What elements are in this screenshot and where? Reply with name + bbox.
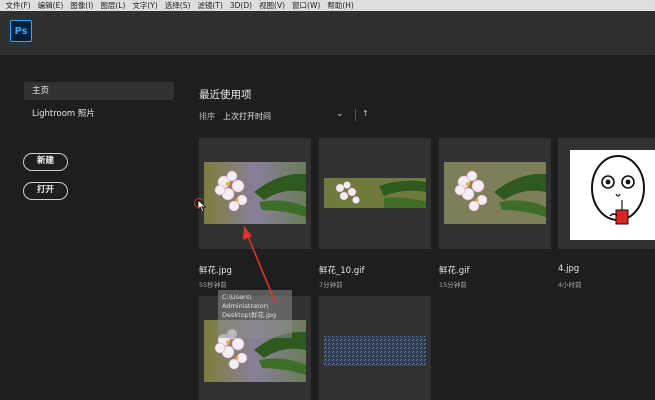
click-indicator xyxy=(194,198,204,208)
open-button[interactable]: 打开 xyxy=(23,182,68,200)
menu-file[interactable]: 文件(F) xyxy=(2,0,34,11)
tooltip-line: Desktop\鲜花.jpg xyxy=(222,311,277,319)
menu-view[interactable]: 视图(V) xyxy=(256,0,289,11)
file-time: 7分钟前 xyxy=(319,281,343,289)
sort-select[interactable]: 上次打开时间 xyxy=(223,111,271,122)
recent-title: 最近使用项 xyxy=(199,89,252,101)
menu-select[interactable]: 选择(S) xyxy=(161,0,194,11)
menu-filter[interactable]: 滤镜(T) xyxy=(194,0,226,11)
file-thumbnail xyxy=(324,336,426,366)
file-time: 15分钟前 xyxy=(439,281,467,289)
file-name[interactable]: 鲜花_10.gif xyxy=(319,264,365,276)
tooltip-line: Administrator\ xyxy=(222,302,269,310)
file-time: 4小时前 xyxy=(558,281,582,289)
file-name[interactable]: 鲜花.gif xyxy=(439,264,469,276)
app-header: Ps xyxy=(0,11,655,55)
menu-type[interactable]: 文字(Y) xyxy=(129,0,161,11)
recent-file-card[interactable] xyxy=(439,138,551,249)
menu-edit[interactable]: 编辑(E) xyxy=(34,0,67,11)
menu-bar: 文件(F) 编辑(E) 图像(I) 图层(L) 文字(Y) 选择(S) 滤镜(T… xyxy=(0,0,655,11)
chevron-down-icon[interactable]: ⌄ xyxy=(336,109,344,119)
file-name[interactable]: 鲜花.jpg xyxy=(199,264,232,276)
menu-help[interactable]: 帮助(H) xyxy=(324,0,358,11)
recent-file-card[interactable] xyxy=(319,296,431,400)
file-time: 55秒钟前 xyxy=(199,281,227,289)
recent-file-card[interactable] xyxy=(199,138,311,249)
sidebar-item-home[interactable]: 主页 xyxy=(24,82,174,100)
arrow-up-icon[interactable]: ↑ xyxy=(362,109,369,118)
file-thumbnail xyxy=(204,162,306,224)
menu-window[interactable]: 窗口(W) xyxy=(289,0,324,11)
recent-file-card[interactable] xyxy=(319,138,431,249)
tooltip-line: C:\Users\ xyxy=(222,293,252,301)
menu-layer[interactable]: 图层(L) xyxy=(97,0,129,11)
sidebar-item-lightroom[interactable]: Lightroom 照片 xyxy=(24,105,174,123)
file-thumbnail xyxy=(570,150,655,240)
menu-image[interactable]: 图像(I) xyxy=(67,0,97,11)
file-thumbnail xyxy=(324,178,426,208)
sort-divider xyxy=(355,109,356,121)
new-button[interactable]: 新建 xyxy=(23,153,68,171)
recent-file-card[interactable] xyxy=(558,138,655,249)
file-thumbnail xyxy=(444,162,546,224)
file-path-tooltip: C:\Users\ Administrator\ Desktop\鲜花.jpg xyxy=(218,290,292,338)
menu-3d[interactable]: 3D(D) xyxy=(226,0,255,11)
file-name[interactable]: 4.jpg xyxy=(558,264,579,274)
sort-label: 排序 xyxy=(199,112,215,121)
photoshop-logo[interactable]: Ps xyxy=(10,20,32,42)
